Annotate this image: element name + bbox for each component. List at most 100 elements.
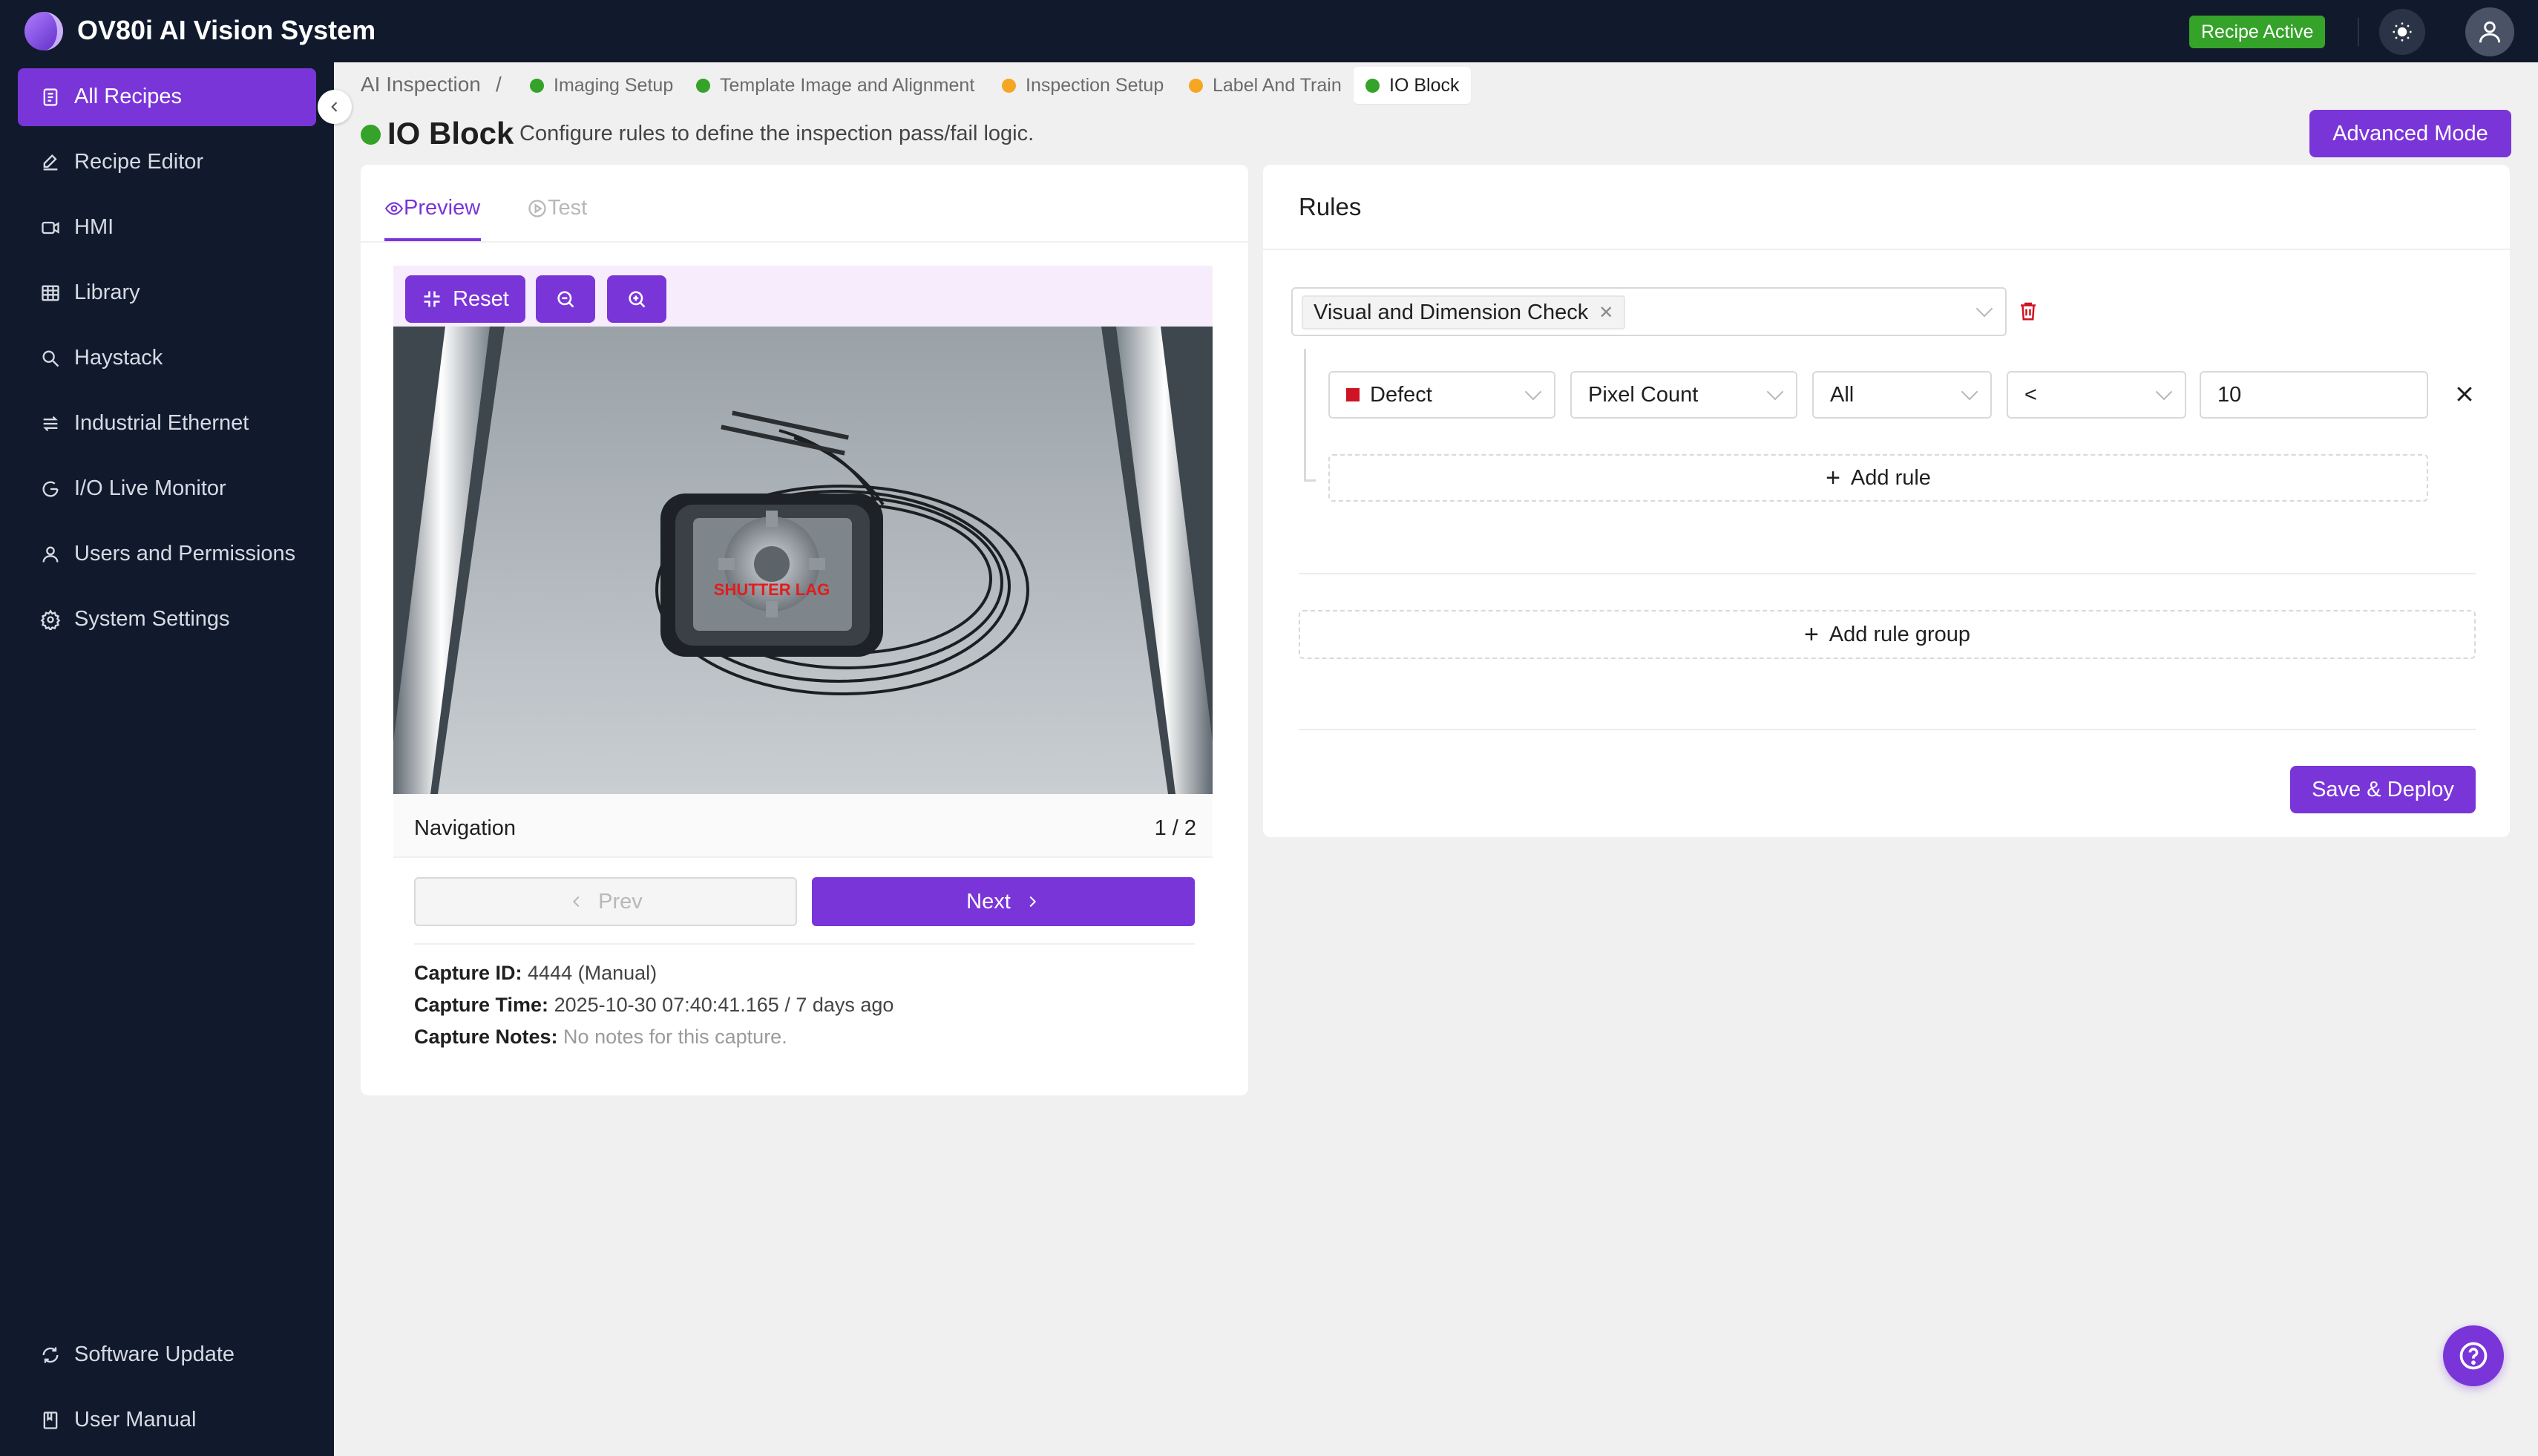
recipes-icon bbox=[43, 88, 58, 106]
sidebar-item-label: Software Update bbox=[74, 1342, 235, 1366]
step-template-image-and-alignment[interactable]: Template Image and Alignment bbox=[696, 67, 974, 104]
sidebar-item-system-settings[interactable]: System Settings bbox=[18, 591, 316, 649]
capture-id: Capture ID: 4444 (Manual) bbox=[414, 962, 657, 985]
tab-preview[interactable]: Preview bbox=[384, 196, 480, 220]
sidebar-item-hmi[interactable]: HMI bbox=[18, 199, 316, 257]
reset-button[interactable]: Reset bbox=[405, 275, 525, 323]
info-divider bbox=[414, 943, 1195, 945]
capture-preview-image[interactable]: SHUTTER LAG bbox=[393, 327, 1213, 794]
user-icon bbox=[42, 546, 59, 563]
book-icon bbox=[43, 1411, 58, 1429]
capture-notes-label: Capture Notes: bbox=[414, 1026, 558, 1048]
sidebar-item-label: Users and Permissions bbox=[74, 542, 296, 565]
user-avatar-button[interactable] bbox=[2465, 7, 2514, 56]
sidebar-item-software-update[interactable]: Software Update bbox=[18, 1326, 316, 1384]
rule-value: 10 bbox=[2217, 382, 2242, 407]
rule-class-select[interactable]: Defect bbox=[1328, 371, 1555, 419]
sidebar-collapse-button[interactable] bbox=[318, 90, 352, 124]
sidebar-item-label: Library bbox=[74, 281, 140, 304]
rules-footer-separator bbox=[1299, 729, 2476, 730]
sidebar-item-user-manual[interactable]: User Manual bbox=[18, 1391, 316, 1449]
page-description: Configure rules to define the inspection… bbox=[519, 122, 1034, 145]
next-button[interactable]: Next bbox=[812, 877, 1195, 926]
topbar-divider bbox=[2358, 18, 2359, 46]
page-title: IO Block bbox=[387, 116, 514, 151]
chevron-down-icon bbox=[2155, 383, 2173, 401]
save-deploy-button[interactable]: Save & Deploy bbox=[2290, 766, 2476, 813]
plus-icon: + bbox=[1826, 464, 1840, 492]
zoom-in-button[interactable] bbox=[607, 275, 666, 323]
capture-time-label: Capture Time: bbox=[414, 994, 549, 1016]
capture-notes: Capture Notes: No notes for this capture… bbox=[414, 1026, 787, 1049]
sidebar-item-industrial-ethernet[interactable]: Industrial Ethernet bbox=[18, 395, 316, 453]
monitor-icon bbox=[42, 481, 59, 497]
delete-group-button[interactable] bbox=[2017, 298, 2039, 327]
app-title: OV80i AI Vision System bbox=[77, 15, 376, 45]
sidebar-item-label: Recipe Editor bbox=[74, 150, 204, 174]
step-label-and-train[interactable]: Label And Train bbox=[1189, 67, 1342, 104]
sidebar-item-users-and-permissions[interactable]: Users and Permissions bbox=[18, 525, 316, 583]
tab-label: Preview bbox=[404, 196, 481, 220]
rule-metric-value: Pixel Count bbox=[1588, 382, 1699, 407]
tab-test[interactable]: Test bbox=[527, 196, 587, 220]
theme-toggle-button[interactable] bbox=[2379, 9, 2425, 55]
rules-divider bbox=[1263, 249, 2510, 250]
hmi-icon bbox=[42, 221, 59, 235]
navigation-label: Navigation bbox=[414, 816, 517, 840]
breadcrumb-separator: / bbox=[496, 73, 502, 96]
chevron-down-icon bbox=[1524, 383, 1542, 401]
rule-scope-select[interactable]: All bbox=[1812, 371, 1992, 419]
eye-icon bbox=[384, 201, 404, 215]
advanced-mode-button[interactable]: Advanced Mode bbox=[2309, 110, 2511, 157]
sidebar-item-all-recipes[interactable]: All Recipes bbox=[18, 68, 316, 126]
add-rule-button[interactable]: + Add rule bbox=[1328, 454, 2428, 502]
trash-icon bbox=[2021, 302, 2036, 321]
step-status-dot bbox=[1002, 78, 1016, 93]
chevron-down-icon bbox=[1975, 300, 1993, 318]
step-label: Inspection Setup bbox=[1026, 74, 1164, 96]
rules-separator bbox=[1299, 573, 2476, 574]
step-status-dot bbox=[530, 78, 544, 93]
chevron-left-icon bbox=[331, 102, 338, 112]
sidebar-item-io-live-monitor[interactable]: I/O Live Monitor bbox=[18, 460, 316, 518]
logo-icon bbox=[24, 12, 63, 50]
remove-tag-icon[interactable]: ✕ bbox=[1598, 302, 1613, 324]
step-status-dot bbox=[696, 78, 710, 93]
prev-button[interactable]: Prev bbox=[414, 877, 797, 926]
capture-time-value: 2025-10-30 07:40:41.165 / 7 days ago bbox=[554, 994, 894, 1016]
capture-image: SHUTTER LAG bbox=[393, 327, 1213, 794]
sun-icon bbox=[2393, 22, 2412, 42]
step-status-dot bbox=[1365, 78, 1380, 93]
image-overlay-text: SHUTTER LAG bbox=[714, 580, 830, 599]
step-io-block[interactable]: IO Block bbox=[1354, 67, 1472, 104]
zoom-out-button[interactable] bbox=[536, 275, 595, 323]
rule-operator-select[interactable]: < bbox=[2007, 371, 2186, 419]
delete-rule-button[interactable] bbox=[2453, 383, 2476, 409]
rule-value-input[interactable]: 10 bbox=[2200, 371, 2428, 419]
sidebar-item-label: All Recipes bbox=[74, 85, 183, 108]
sidebar-item-haystack[interactable]: Haystack bbox=[18, 329, 316, 387]
step-imaging-setup[interactable]: Imaging Setup bbox=[530, 67, 673, 104]
sidebar-item-label: Haystack bbox=[74, 346, 163, 370]
capture-notes-value: No notes for this capture. bbox=[563, 1026, 787, 1048]
step-inspection-setup[interactable]: Inspection Setup bbox=[1002, 67, 1164, 104]
sidebar-item-label: User Manual bbox=[74, 1408, 197, 1432]
sidebar-item-label: System Settings bbox=[74, 607, 230, 631]
help-button[interactable] bbox=[2443, 1325, 2504, 1386]
add-rule-group-button[interactable]: + Add rule group bbox=[1299, 610, 2476, 659]
breadcrumb-root[interactable]: AI Inspection bbox=[361, 73, 481, 96]
rule-metric-select[interactable]: Pixel Count bbox=[1570, 371, 1797, 419]
sidebar-item-library[interactable]: Library bbox=[18, 264, 316, 322]
play-circle-icon bbox=[528, 199, 546, 217]
rule-group-selector[interactable]: Visual and Dimension Check ✕ bbox=[1291, 287, 2007, 336]
defect-color-swatch bbox=[1346, 388, 1360, 401]
refresh-icon bbox=[42, 1347, 59, 1363]
next-label: Next bbox=[966, 889, 1011, 914]
step-label: Label And Train bbox=[1213, 74, 1342, 96]
sidebar-item-recipe-editor[interactable]: Recipe Editor bbox=[18, 134, 316, 191]
sidebar-item-label: HMI bbox=[74, 215, 114, 239]
sidebar-item-label: Industrial Ethernet bbox=[74, 411, 249, 435]
rule-tree-branch bbox=[1304, 479, 1316, 482]
rule-operator-value: < bbox=[2024, 382, 2037, 407]
top-bar: OV80i AI Vision System Recipe Active bbox=[0, 0, 2538, 62]
